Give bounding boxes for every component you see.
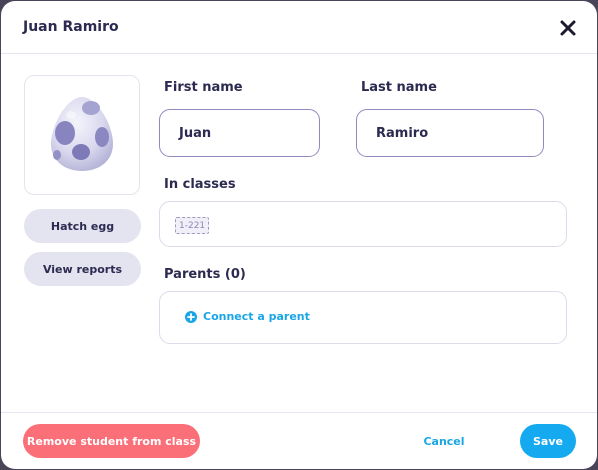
in-classes-label: In classes [164,177,236,192]
modal-footer: Remove student from class Cancel Save [1,412,597,469]
close-icon[interactable] [559,19,577,37]
last-name-value: Ramiro [376,125,429,141]
student-edit-modal: Juan Ramiro Hatch egg View reports First… [1,1,597,469]
view-reports-button[interactable]: View reports [24,252,141,286]
first-name-value: Juan [179,125,212,141]
first-name-label: First name [164,80,243,95]
avatar-card [24,75,140,195]
modal-title: Juan Ramiro [23,19,119,35]
hatch-egg-button[interactable]: Hatch egg [24,209,141,243]
connect-parent-link[interactable]: Connect a parent [185,310,310,323]
cancel-button[interactable]: Cancel [419,432,469,450]
save-button[interactable]: Save [520,424,576,458]
first-name-field[interactable]: Juan [159,109,320,157]
classes-field[interactable]: 1-221 [159,201,567,247]
last-name-label: Last name [361,80,437,95]
parents-label: Parents (0) [164,267,246,282]
plus-circle-icon [185,310,197,323]
connect-parent-label: Connect a parent [203,310,310,323]
remove-student-button[interactable]: Remove student from class [23,424,200,458]
egg-avatar-icon [51,97,113,171]
last-name-field[interactable]: Ramiro [356,109,544,157]
parents-box: Connect a parent [159,291,567,344]
modal-header: Juan Ramiro [1,1,597,54]
class-chip[interactable]: 1-221 [175,217,210,234]
